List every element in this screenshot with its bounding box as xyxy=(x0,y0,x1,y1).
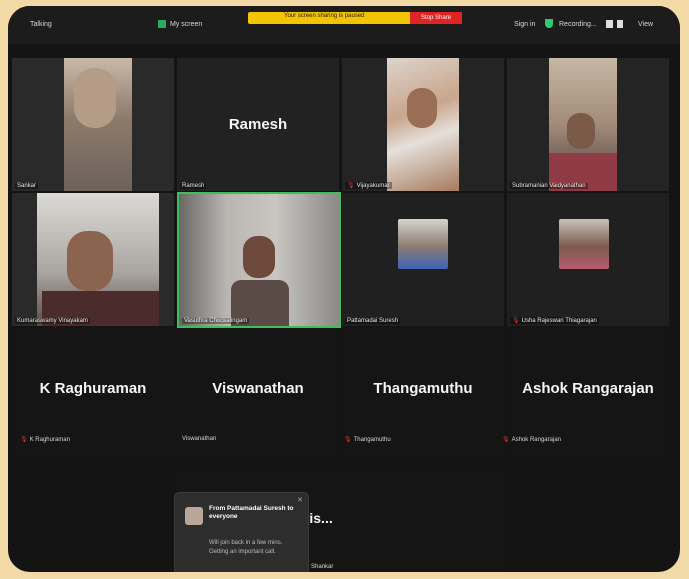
participant-face xyxy=(407,88,437,128)
participant-name: Vijayakumar xyxy=(356,183,390,189)
participant-display-name: Viswanathan xyxy=(212,380,304,397)
participant-display-name: Ramesh xyxy=(228,116,288,133)
sign-in-link[interactable]: Sign in xyxy=(514,20,535,30)
participant-name-wrap: 🎙 Usha Rajeswari Thiagarajan xyxy=(510,317,599,324)
share-notice-text: Your screen sharing is paused xyxy=(284,13,365,19)
stop-icon[interactable] xyxy=(617,20,623,28)
participant-name: Shankar xyxy=(311,564,334,570)
participant-name: Vasuthra Chockalingam xyxy=(182,318,250,324)
talking-label: Talking xyxy=(30,21,52,28)
video-tile-vasuthra-active[interactable]: Vasuthra Chockalingam xyxy=(177,192,341,328)
my-screen-button[interactable]: My screen xyxy=(170,20,202,30)
participant-name-wrap: 🎙 Thangamuthu xyxy=(344,436,391,443)
mic-muted-icon: 🎙 xyxy=(20,437,28,443)
video-tile-usha[interactable]: 🎙 Usha Rajeswari Thiagarajan xyxy=(507,193,669,326)
video-tile-vijayakumar[interactable]: 🎙 Vijayakumar xyxy=(342,58,504,191)
video-tile-sankar[interactable]: Sankar xyxy=(12,58,174,191)
mic-muted-icon: 🎙 xyxy=(344,437,352,443)
video-tile-subramanian[interactable]: Subramanian Vaidyanathan xyxy=(507,58,669,191)
share-paused-banner: Your screen sharing is paused Stop Share xyxy=(248,12,462,24)
participant-name: Viswanathan xyxy=(182,436,217,442)
chat-notification[interactable]: ✕ From Pattamadai Suresh to everyone Wil… xyxy=(174,492,309,572)
participant-name: Kumaraswamy Vinayakam xyxy=(15,318,90,324)
meeting-window: Talking My screen Your screen sharing is… xyxy=(8,6,680,572)
pause-icon[interactable] xyxy=(606,20,613,28)
participant-name-wrap: 🎙 K Raghuraman xyxy=(20,436,70,443)
mic-muted-icon: 🎙 xyxy=(512,318,520,324)
participant-name: Subramanian Vaidyanathan xyxy=(510,183,588,189)
recording-indicator[interactable]: Recording... xyxy=(559,20,597,30)
video-tile-pattamadai[interactable]: Pattamadai Suresh xyxy=(342,193,504,326)
top-toolbar: Talking My screen Your screen sharing is… xyxy=(8,6,680,44)
participant-avatar xyxy=(398,219,448,269)
participant-display-name: Ashok Rangarajan xyxy=(522,380,654,397)
mic-muted-icon: 🎙 xyxy=(347,183,355,189)
participant-avatar xyxy=(559,219,609,269)
participant-face xyxy=(74,68,116,128)
video-tile-kumaraswamy[interactable]: Kumaraswamy Vinayakam xyxy=(12,193,174,326)
participant-name: Ashok Rangarajan xyxy=(511,437,561,443)
participant-display-name: K Raghuraman xyxy=(39,380,147,397)
screen-icon xyxy=(158,20,166,28)
close-icon[interactable]: ✕ xyxy=(297,496,303,504)
stop-share-button[interactable]: Stop Share xyxy=(410,12,462,24)
participant-name-wrap: 🎙 Vijayakumar xyxy=(345,182,392,189)
mic-muted-icon: 🎙 xyxy=(502,437,510,443)
participant-name: Pattamadai Suresh xyxy=(345,318,401,324)
video-tile-ramesh[interactable]: Ramesh Ramesh xyxy=(177,58,339,191)
chat-sender: From Pattamadai Suresh to everyone xyxy=(209,505,294,520)
participant-name: Thangamuthu xyxy=(353,437,391,443)
participant-face xyxy=(243,236,275,278)
shield-icon xyxy=(545,19,553,28)
participant-display-name: Thangamuthu xyxy=(373,380,473,397)
view-button[interactable]: View xyxy=(638,20,653,30)
participant-name: Usha Rajeswari Thiagarajan xyxy=(521,318,597,324)
participant-name: Sankar xyxy=(15,183,39,189)
participant-face xyxy=(67,231,113,291)
chat-message: Will join back in a few mins. Getting an… xyxy=(209,540,283,555)
participant-face xyxy=(567,113,595,149)
participant-name: Ramesh xyxy=(180,183,207,189)
sender-avatar xyxy=(185,507,203,525)
participant-name-wrap: 🎙 Ashok Rangarajan xyxy=(502,436,561,443)
participant-name: K Raghuraman xyxy=(29,437,70,443)
